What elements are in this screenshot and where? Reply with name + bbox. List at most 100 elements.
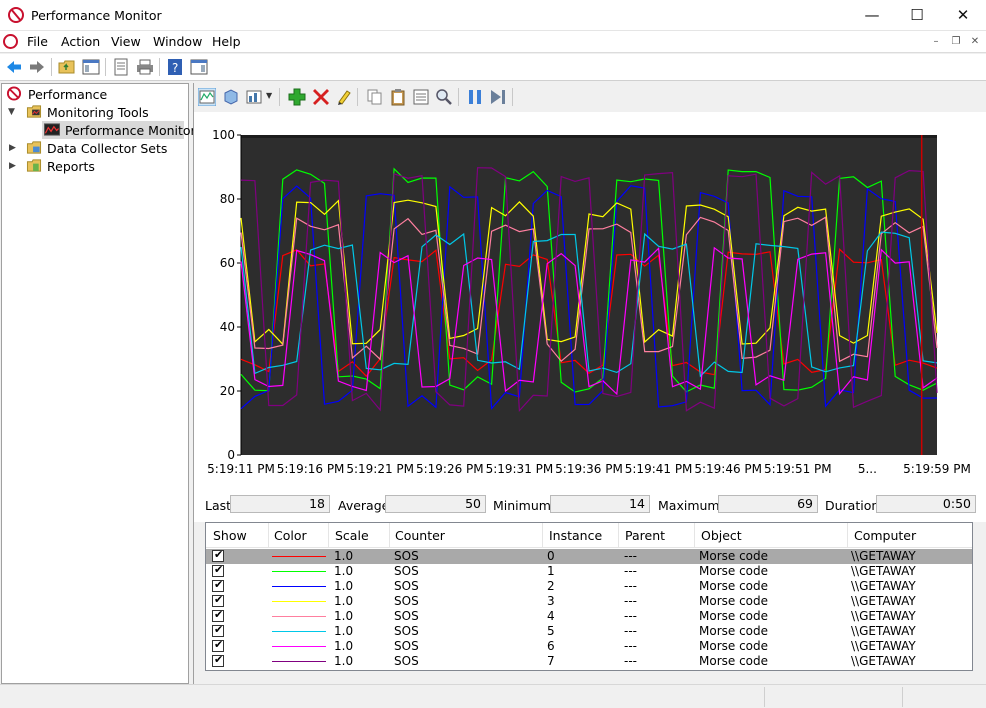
paste-counter-list-icon[interactable] — [389, 88, 407, 106]
status-bar — [0, 684, 986, 708]
properties-icon[interactable] — [112, 58, 130, 76]
tree-item-reports[interactable]: ▶ Reports — [6, 157, 186, 175]
column-color[interactable]: Color — [274, 528, 307, 543]
maximum-value: 69 — [718, 495, 818, 513]
show-checkbox[interactable] — [212, 563, 224, 577]
table-row[interactable]: 1.0 SOS 7 --- Morse code \\GETAWAY — [206, 653, 972, 669]
instance-cell: 7 — [547, 654, 555, 668]
mdi-close-button[interactable]: ✕ — [968, 35, 982, 49]
column-object[interactable]: Object — [701, 528, 742, 543]
mdi-restore-button[interactable]: ❐ — [949, 35, 963, 49]
forward-arrow-icon[interactable] — [28, 58, 46, 76]
column-counter[interactable]: Counter — [395, 528, 445, 543]
duration-value: 0:50 — [876, 495, 976, 513]
column-scale[interactable]: Scale — [335, 528, 369, 543]
close-button[interactable]: ✕ — [940, 0, 986, 31]
help-icon[interactable]: ? — [166, 58, 184, 76]
x-tick-label: 5:19:21 PM — [346, 462, 414, 476]
object-cell: Morse code — [699, 594, 769, 608]
parent-cell: --- — [624, 579, 637, 593]
show-checkbox[interactable] — [212, 623, 224, 637]
show-checkbox[interactable] — [212, 638, 224, 652]
show-checkbox[interactable] — [212, 608, 224, 622]
menu-action[interactable]: Action — [61, 34, 100, 49]
counter-list: Show Color Scale Counter Instance Parent… — [205, 522, 973, 671]
performance-root-icon — [6, 86, 22, 101]
last-value: 18 — [230, 495, 330, 513]
table-row[interactable]: 1.0 SOS 5 --- Morse code \\GETAWAY — [206, 623, 972, 639]
counter-cell: SOS — [394, 624, 419, 638]
mdi-minimize-button[interactable]: – — [929, 35, 943, 49]
show-hide-console-tree-icon[interactable] — [82, 58, 100, 76]
computer-cell: \\GETAWAY — [851, 594, 916, 608]
table-row[interactable]: 1.0 SOS 6 --- Morse code \\GETAWAY — [206, 638, 972, 654]
tree-item-data-collector-sets[interactable]: ▶ Data Collector Sets — [6, 139, 186, 157]
object-cell: Morse code — [699, 609, 769, 623]
graph-properties-icon[interactable] — [412, 88, 430, 106]
expanded-chevron-icon[interactable]: ▼ — [8, 107, 15, 117]
column-parent[interactable]: Parent — [625, 528, 665, 543]
column-computer[interactable]: Computer — [854, 528, 916, 543]
y-tick-label: 100 — [212, 128, 235, 142]
table-row[interactable]: 1.0 SOS 4 --- Morse code \\GETAWAY — [206, 608, 972, 624]
system-menu-icon[interactable] — [3, 34, 18, 49]
counter-list-header: Show Color Scale Counter Instance Parent… — [206, 523, 972, 548]
table-row[interactable]: 1.0 SOS 3 --- Morse code \\GETAWAY — [206, 593, 972, 609]
main-toolbar: ? — [0, 54, 986, 81]
tree-item-monitoring-tools[interactable]: ▼ Monitoring Tools — [6, 103, 186, 121]
menu-help[interactable]: Help — [212, 34, 241, 49]
column-show[interactable]: Show — [213, 528, 247, 543]
performance-monitor-chart-icon — [44, 123, 60, 136]
print-icon[interactable] — [136, 58, 154, 76]
collapsed-chevron-icon[interactable]: ▶ — [9, 161, 16, 171]
scale-cell: 1.0 — [334, 579, 354, 593]
line-graph-canvas[interactable]: 100 80 60 40 20 05:19:11 PM 5:19:16 PM 5:19:21 … — [194, 112, 986, 493]
show-checkbox[interactable] — [212, 653, 224, 667]
table-row[interactable]: 1.0 SOS 1 --- Morse code \\GETAWAY — [206, 563, 972, 579]
back-arrow-icon[interactable] — [5, 58, 23, 76]
minimize-button[interactable]: — — [849, 0, 895, 31]
line-graph: 100 80 60 40 20 0 5:19:11 PM 5:19:16 PM 5:19:21 … — [194, 112, 986, 522]
tree-item-performance[interactable]: Performance — [6, 85, 186, 103]
table-row[interactable]: 1.0 SOS 2 --- Morse code \\GETAWAY — [206, 578, 972, 594]
copy-properties-icon[interactable] — [366, 88, 384, 106]
object-cell: Morse code — [699, 639, 769, 653]
y-tick-label: 60 — [220, 256, 235, 270]
graph-type-dropdown-icon[interactable]: ▼ — [266, 91, 272, 100]
parent-cell: --- — [624, 564, 637, 578]
x-tick-label: 5:19:46 PM — [694, 462, 762, 476]
tree-item-performance-monitor[interactable]: Performance Monitor — [42, 121, 196, 139]
y-tick-label: 40 — [220, 320, 235, 334]
show-checkbox[interactable] — [212, 548, 224, 562]
up-folder-icon[interactable] — [58, 58, 76, 76]
color-swatch — [272, 601, 326, 602]
highlight-icon[interactable] — [335, 88, 353, 106]
console-tree: Performance ▼ Monitoring Tools Performan… — [1, 83, 196, 684]
table-row[interactable]: 1.0 SOS 0 --- Morse code \\GETAWAY — [206, 548, 972, 564]
zoom-icon[interactable] — [435, 88, 453, 106]
show-checkbox[interactable] — [212, 593, 224, 607]
column-instance[interactable]: Instance — [549, 528, 602, 543]
maximize-button[interactable]: ☐ — [894, 0, 940, 31]
delete-counter-icon[interactable] — [312, 88, 330, 106]
freeze-display-icon[interactable] — [466, 88, 484, 106]
menu-view[interactable]: View — [111, 34, 141, 49]
change-graph-type-icon[interactable] — [246, 88, 264, 106]
counter-cell: SOS — [394, 579, 419, 593]
update-data-icon[interactable] — [489, 88, 507, 106]
menu-window[interactable]: Window — [153, 34, 202, 49]
x-tick-label: 5:19:26 PM — [416, 462, 484, 476]
view-current-activity-icon[interactable] — [198, 88, 216, 106]
collapsed-chevron-icon[interactable]: ▶ — [9, 143, 16, 153]
menu-file[interactable]: File — [27, 34, 48, 49]
view-log-data-icon[interactable] — [222, 88, 240, 106]
show-checkbox[interactable] — [212, 578, 224, 592]
instance-cell: 0 — [547, 549, 555, 563]
show-hide-action-pane-icon[interactable] — [190, 58, 208, 76]
parent-cell: --- — [624, 549, 637, 563]
performance-monitor-app-icon — [8, 7, 24, 23]
add-counter-icon[interactable] — [288, 88, 306, 106]
minimum-label: Minimum — [493, 498, 551, 513]
reports-icon — [26, 159, 42, 172]
computer-cell: \\GETAWAY — [851, 654, 916, 668]
